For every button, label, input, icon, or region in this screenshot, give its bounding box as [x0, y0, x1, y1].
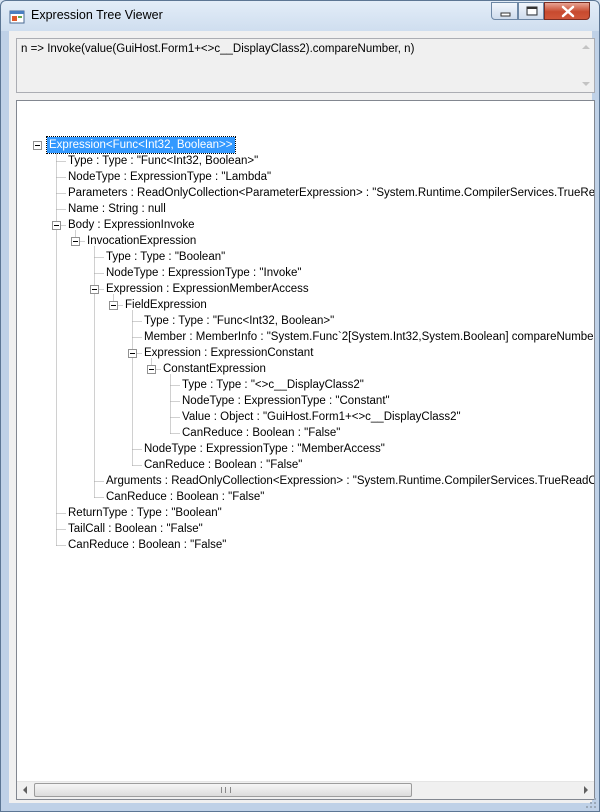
tree-node[interactable]: Expression : ExpressionMemberAccess: [106, 281, 309, 297]
scroll-left-arrow-icon[interactable]: [23, 786, 27, 794]
close-button[interactable]: [544, 2, 590, 20]
tree-node[interactable]: Name : String : null: [68, 201, 166, 217]
tree-node[interactable]: Type : Type : "Func<Int32, Boolean>": [68, 153, 258, 169]
scroll-up-arrow-icon[interactable]: [582, 45, 590, 49]
tree-node[interactable]: ReturnType : Type : "Boolean": [68, 505, 222, 521]
scroll-down-arrow-icon[interactable]: [582, 82, 590, 86]
minimize-button[interactable]: [491, 2, 518, 20]
tree-node[interactable]: CanReduce : Boolean : "False": [106, 489, 264, 505]
collapse-toggle-icon[interactable]: [109, 301, 118, 310]
collapse-toggle-icon[interactable]: [71, 237, 80, 246]
tree-node[interactable]: TailCall : Boolean : "False": [68, 521, 203, 537]
maximize-icon: [526, 6, 538, 16]
app-icon: [9, 10, 25, 24]
tree-node[interactable]: NodeType : ExpressionType : "MemberAcces…: [144, 441, 385, 457]
grip-icon: [221, 787, 231, 793]
minimize-icon: [500, 12, 511, 17]
collapse-toggle-icon[interactable]: [33, 141, 42, 150]
close-icon: [561, 5, 575, 18]
tree-node[interactable]: CanReduce : Boolean : "False": [144, 457, 302, 473]
expression-vertical-scrollbar[interactable]: [578, 39, 594, 92]
expression-textbox[interactable]: n => Invoke(value(GuiHost.Form1+<>c__Dis…: [16, 38, 595, 93]
tree-node[interactable]: Type : Type : "Func<Int32, Boolean>": [144, 313, 334, 329]
tree-node[interactable]: NodeType : ExpressionType : "Constant": [182, 393, 390, 409]
tree-root-node[interactable]: Expression<Func<Int32, Boolean>>: [46, 136, 236, 154]
collapse-toggle-icon[interactable]: [90, 285, 99, 294]
tree-node[interactable]: Body : ExpressionInvoke: [68, 217, 195, 233]
tree-horizontal-scrollbar[interactable]: [17, 781, 594, 799]
collapse-toggle-icon[interactable]: [52, 221, 61, 230]
tree-node[interactable]: Member : MemberInfo : "System.Func`2[Sys…: [144, 329, 594, 345]
tree-node[interactable]: InvocationExpression: [87, 233, 196, 249]
maximize-button[interactable]: [518, 2, 544, 20]
tree-node[interactable]: NodeType : ExpressionType : "Invoke": [106, 265, 301, 281]
client-area: n => Invoke(value(GuiHost.Form1+<>c__Dis…: [9, 31, 595, 803]
tree-node[interactable]: Expression : ExpressionConstant: [144, 345, 313, 361]
scrollbar-thumb[interactable]: [34, 783, 412, 797]
tree-node[interactable]: CanReduce : Boolean : "False": [182, 425, 340, 441]
tree-node[interactable]: FieldExpression: [125, 297, 207, 313]
collapse-toggle-icon[interactable]: [147, 365, 156, 374]
tree-node[interactable]: Type : Type : "<>c__DisplayClass2": [182, 377, 364, 393]
window-title: Expression Tree Viewer: [31, 8, 163, 22]
size-grip-icon[interactable]: [585, 797, 597, 809]
app-window: Expression Tree Viewer n => Invoke(value…: [0, 0, 600, 812]
collapse-toggle-icon[interactable]: [128, 349, 137, 358]
scroll-right-arrow-icon[interactable]: [584, 786, 588, 794]
tree-node[interactable]: NodeType : ExpressionType : "Lambda": [68, 169, 271, 185]
tree-node[interactable]: Value : Object : "GuiHost.Form1+<>c__Dis…: [182, 409, 461, 425]
tree-node[interactable]: CanReduce : Boolean : "False": [68, 537, 226, 553]
tree-node[interactable]: Arguments : ReadOnlyCollection<Expressio…: [106, 473, 594, 489]
expression-tree-view[interactable]: Expression<Func<Int32, Boolean>> Type : T…: [16, 100, 595, 800]
tree-node[interactable]: Parameters : ReadOnlyCollection<Paramete…: [68, 185, 594, 201]
tree-node[interactable]: Type : Type : "Boolean": [106, 249, 225, 265]
expression-text: n => Invoke(value(GuiHost.Form1+<>c__Dis…: [21, 43, 415, 55]
tree-node[interactable]: ConstantExpression: [163, 361, 266, 377]
title-bar[interactable]: Expression Tree Viewer: [1, 1, 599, 31]
